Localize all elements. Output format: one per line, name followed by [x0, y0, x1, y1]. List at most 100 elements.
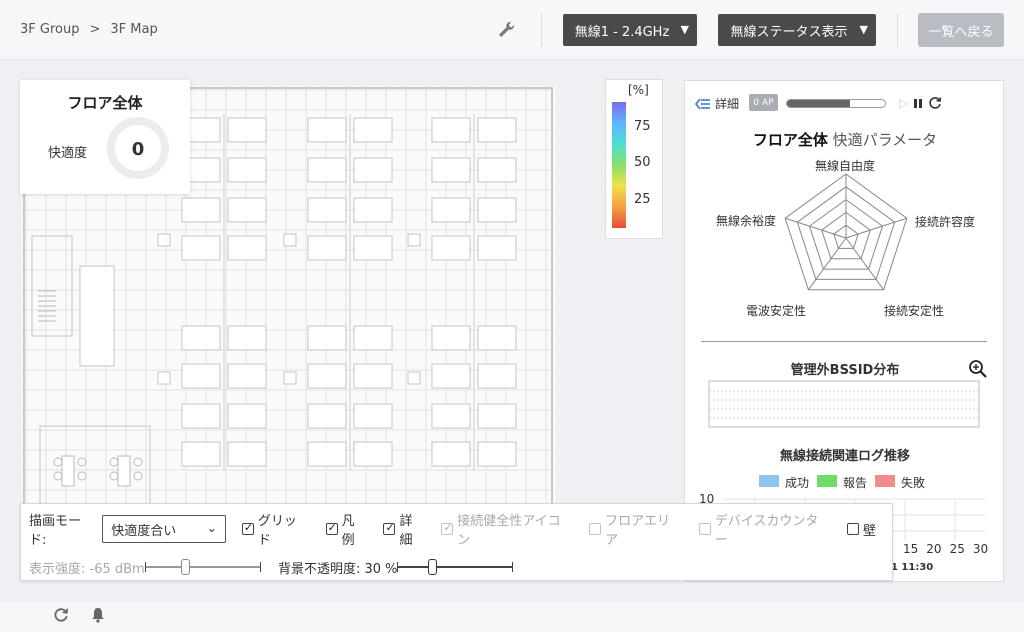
mode-select[interactable]: 快適度合い ⌄ [102, 515, 226, 543]
bssid-chart [708, 380, 980, 428]
desk [353, 117, 393, 143]
desk [307, 441, 347, 467]
column [157, 371, 171, 385]
chair [133, 457, 143, 467]
desk [307, 157, 347, 183]
checkbox-label: 接続健全性アイコン [457, 514, 561, 548]
status-select[interactable]: 無線ステータス表示 ▼ [718, 14, 876, 46]
desk [181, 441, 221, 467]
meeting-table [61, 455, 75, 487]
band-select[interactable]: 無線1 - 2.4GHz ▼ [563, 14, 697, 46]
report-swatch [817, 475, 838, 487]
checkbox-box[interactable] [241, 521, 254, 535]
desk [307, 363, 347, 389]
checkbox-1[interactable]: 凡例 [325, 510, 368, 548]
log-title: 無線接続関連ログ推移 [779, 449, 910, 464]
log-xtick: 25 [949, 542, 965, 556]
log-xtick: 30 [972, 542, 989, 556]
comfort-label: 快適度 [48, 146, 88, 161]
desk [181, 363, 221, 389]
radar-axis-label: 電波安定性 [746, 304, 807, 318]
desk [227, 117, 267, 143]
radar-axis-label: 無線自由度 [815, 159, 876, 173]
fail-swatch [875, 475, 896, 487]
desk [353, 441, 393, 467]
desk [431, 197, 471, 223]
checkbox-label: フロアエリア [605, 514, 671, 548]
column [407, 371, 421, 385]
desk [477, 403, 517, 429]
legend-success: 成功 [785, 476, 810, 490]
log-xtick: 20 [926, 542, 942, 556]
legend-unit: [%] [628, 83, 649, 97]
mode-label: 描画モード: [29, 514, 82, 548]
checkbox-label: 凡例 [341, 514, 355, 548]
legend-item: 報告 [817, 474, 867, 491]
chair [53, 457, 63, 467]
desk [307, 197, 347, 223]
wrench-icon[interactable] [496, 20, 516, 40]
meeting-table [117, 455, 131, 487]
desk [181, 197, 221, 223]
legend-tick: 50 [634, 155, 651, 170]
desk [227, 403, 267, 429]
legend-fail: 失敗 [901, 476, 926, 490]
desk [307, 117, 347, 143]
desk [353, 403, 393, 429]
comfort-title: フロア全体 [67, 94, 143, 112]
slider-thumb[interactable] [181, 559, 190, 575]
comfort-value: 0 [132, 139, 145, 160]
desk [431, 117, 471, 143]
desk [431, 441, 471, 467]
chair [53, 471, 63, 481]
column [283, 371, 297, 385]
desk [181, 325, 221, 351]
desk [227, 157, 267, 183]
checkbox-2[interactable]: 詳細 [383, 510, 425, 548]
checkbox-box[interactable] [325, 521, 338, 535]
checkbox-label: 壁 [862, 523, 876, 539]
legend-item: 成功 [759, 474, 809, 491]
checkbox-box [589, 523, 602, 535]
breadcrumb-group[interactable]: 3F Group [20, 22, 79, 37]
display-control-panel: 描画モード: 快適度合い ⌄ グリッド 凡例 詳細 接続健全性アイコン フロアエリア デバ… [20, 503, 893, 581]
desk [307, 325, 347, 351]
bottom-bar [0, 602, 1024, 632]
desk [227, 325, 267, 351]
checkbox-box [441, 521, 454, 535]
desk [227, 197, 267, 223]
checkbox-box[interactable] [846, 523, 859, 535]
refresh-icon[interactable] [53, 607, 69, 623]
desk [307, 403, 347, 429]
strength-label: 表示強度: -65 dBm [29, 562, 145, 577]
chair [133, 471, 143, 481]
back-to-list-button[interactable]: 一覧へ戻る [918, 13, 1004, 47]
legend-report: 報告 [843, 476, 868, 490]
slider-thumb[interactable] [428, 559, 437, 575]
strength-slider[interactable] [145, 559, 261, 575]
desk [431, 403, 471, 429]
divider [541, 13, 542, 47]
checkbox-6[interactable]: 壁 [846, 520, 876, 539]
opacity-slider[interactable] [397, 559, 513, 575]
checkbox-label: グリッド [257, 514, 297, 548]
desk [227, 235, 267, 261]
desk [181, 403, 221, 429]
bell-icon[interactable] [91, 607, 105, 623]
log-xtick: 15 [903, 542, 919, 556]
checkbox-box[interactable] [383, 521, 396, 535]
chair [109, 457, 119, 467]
desk [353, 363, 393, 389]
bssid-title: 管理外BSSID分布 [790, 363, 900, 378]
zoom-in-icon[interactable] [968, 359, 988, 379]
checkbox-0[interactable]: グリッド [241, 510, 310, 548]
desk [431, 325, 471, 351]
desk [353, 197, 393, 223]
log-legend: 成功 報告 失敗 [759, 474, 925, 491]
desk [431, 363, 471, 389]
column [283, 233, 297, 247]
caret-down-icon: ▼ [859, 23, 868, 36]
checkbox-label: 詳細 [399, 514, 413, 548]
chair [77, 457, 87, 467]
comfort-gauge: 0 [107, 117, 169, 179]
